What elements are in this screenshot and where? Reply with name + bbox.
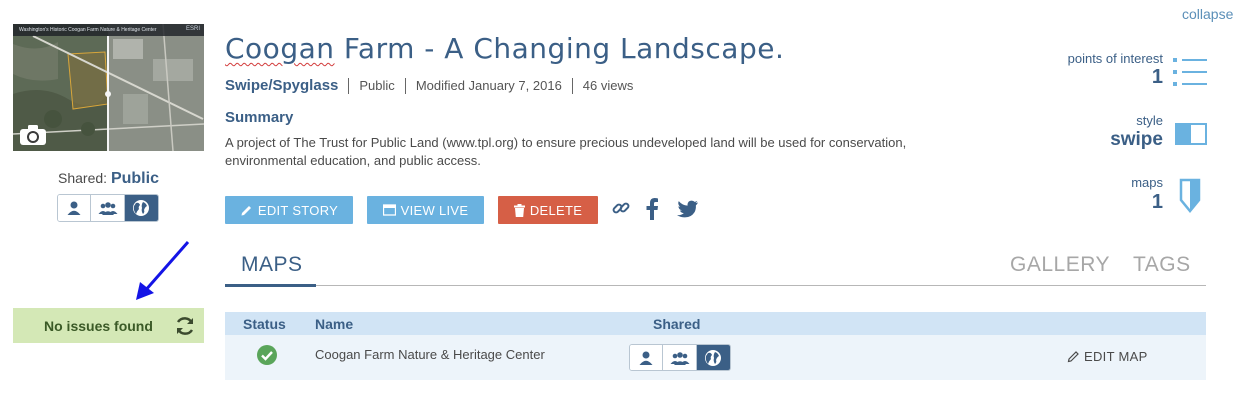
edit-map-button[interactable]: EDIT MAP xyxy=(1067,349,1148,364)
meta-divider xyxy=(348,77,350,94)
stat-label-style: style xyxy=(1136,113,1163,128)
pencil-icon xyxy=(241,205,251,215)
stat-value-points: 1 xyxy=(1151,66,1163,88)
column-header-name: Name xyxy=(315,316,354,332)
map-name[interactable]: Coogan Farm Nature & Heritage Center xyxy=(315,347,545,362)
pencil-icon xyxy=(1067,351,1079,363)
user-icon xyxy=(639,351,653,365)
story-type: Swipe/Spyglass xyxy=(225,77,339,94)
group-icon xyxy=(98,202,118,215)
shared-value: Public xyxy=(110,170,159,187)
refresh-icon[interactable] xyxy=(174,315,196,337)
tab-tags[interactable]: TAGS xyxy=(1133,253,1191,277)
tab-gallery[interactable]: GALLERY xyxy=(1010,253,1110,277)
story-visibility: Public xyxy=(359,78,395,93)
tab-maps[interactable]: MAPS xyxy=(241,253,303,277)
meta-divider xyxy=(404,77,406,94)
map-share-public-button[interactable] xyxy=(696,345,730,370)
facebook-icon[interactable] xyxy=(645,198,659,220)
story-modified: Modified January 7, 2016 xyxy=(415,78,562,93)
tabs-divider xyxy=(225,285,1206,286)
delete-label: DELETE xyxy=(529,202,583,218)
stat-value-style: swipe xyxy=(1110,129,1163,150)
edit-story-button[interactable]: EDIT STORY xyxy=(225,196,353,224)
globe-icon xyxy=(705,349,722,366)
map-share-organization-button[interactable] xyxy=(663,345,697,370)
thumbnail-logo: ESRI xyxy=(185,26,200,32)
camera-icon[interactable] xyxy=(19,124,47,146)
link-icon[interactable] xyxy=(611,198,631,218)
story-thumbnail[interactable]: Washington's Historic Coogan Farm Nature… xyxy=(13,24,204,151)
thumbnail-map-title: Washington's Historic Coogan Farm Nature… xyxy=(13,24,204,36)
table-row: Coogan Farm Nature & Heritage Center EDI… xyxy=(225,335,1206,380)
meta-divider xyxy=(571,77,573,94)
story-meta: Swipe/Spyglass Public Modified January 7… xyxy=(225,77,633,94)
shared-label: Shared: xyxy=(58,170,108,186)
shared-status: Shared: Public xyxy=(13,170,204,188)
status-ok-icon xyxy=(257,345,277,365)
summary-heading: Summary xyxy=(225,109,294,126)
list-icon[interactable] xyxy=(1173,56,1207,88)
edit-map-label: EDIT MAP xyxy=(1084,349,1148,364)
view-live-label: VIEW LIVE xyxy=(400,202,469,218)
stat-value-maps: 1 xyxy=(1151,191,1163,213)
trash-icon xyxy=(513,203,525,217)
column-header-status: Status xyxy=(243,316,286,332)
story-title-word: Coogan xyxy=(225,32,335,65)
delete-button[interactable]: DELETE xyxy=(498,196,598,224)
story-title-rest: Farm - A Changing Landscape. xyxy=(334,32,785,65)
active-tab-indicator xyxy=(225,284,316,287)
group-icon xyxy=(670,351,690,365)
issues-label: No issues found xyxy=(44,318,153,334)
story-views: 46 views xyxy=(582,78,634,93)
stat-label-maps: maps xyxy=(1131,175,1163,190)
edit-story-label: EDIT STORY xyxy=(257,202,339,218)
stat-label-points: points of interest xyxy=(1067,51,1163,66)
map-sharing-toggle-group xyxy=(629,344,731,371)
swipe-icon[interactable] xyxy=(1175,123,1207,145)
summary-text: A project of The Trust for Public Land (… xyxy=(225,135,907,168)
sharing-toggle-group xyxy=(57,194,159,222)
maps-table-header: Status Name Shared xyxy=(225,312,1206,335)
share-private-button[interactable] xyxy=(58,195,92,221)
browser-window-icon xyxy=(382,204,396,216)
map-share-private-button[interactable] xyxy=(630,345,664,370)
collapse-link[interactable]: collapse xyxy=(1182,6,1233,22)
globe-icon xyxy=(133,200,150,216)
twitter-icon[interactable] xyxy=(677,200,698,218)
share-public-button[interactable] xyxy=(124,195,158,221)
story-title[interactable]: Coogan Farm - A Changing Landscape. xyxy=(225,32,784,65)
column-header-shared: Shared xyxy=(653,316,701,332)
user-icon xyxy=(67,201,81,215)
map-pin-icon[interactable] xyxy=(1179,178,1201,213)
share-organization-button[interactable] xyxy=(91,195,125,221)
issues-status-bar[interactable]: No issues found xyxy=(13,308,204,343)
view-live-button[interactable]: VIEW LIVE xyxy=(367,196,484,224)
annotation-arrow xyxy=(136,241,190,300)
